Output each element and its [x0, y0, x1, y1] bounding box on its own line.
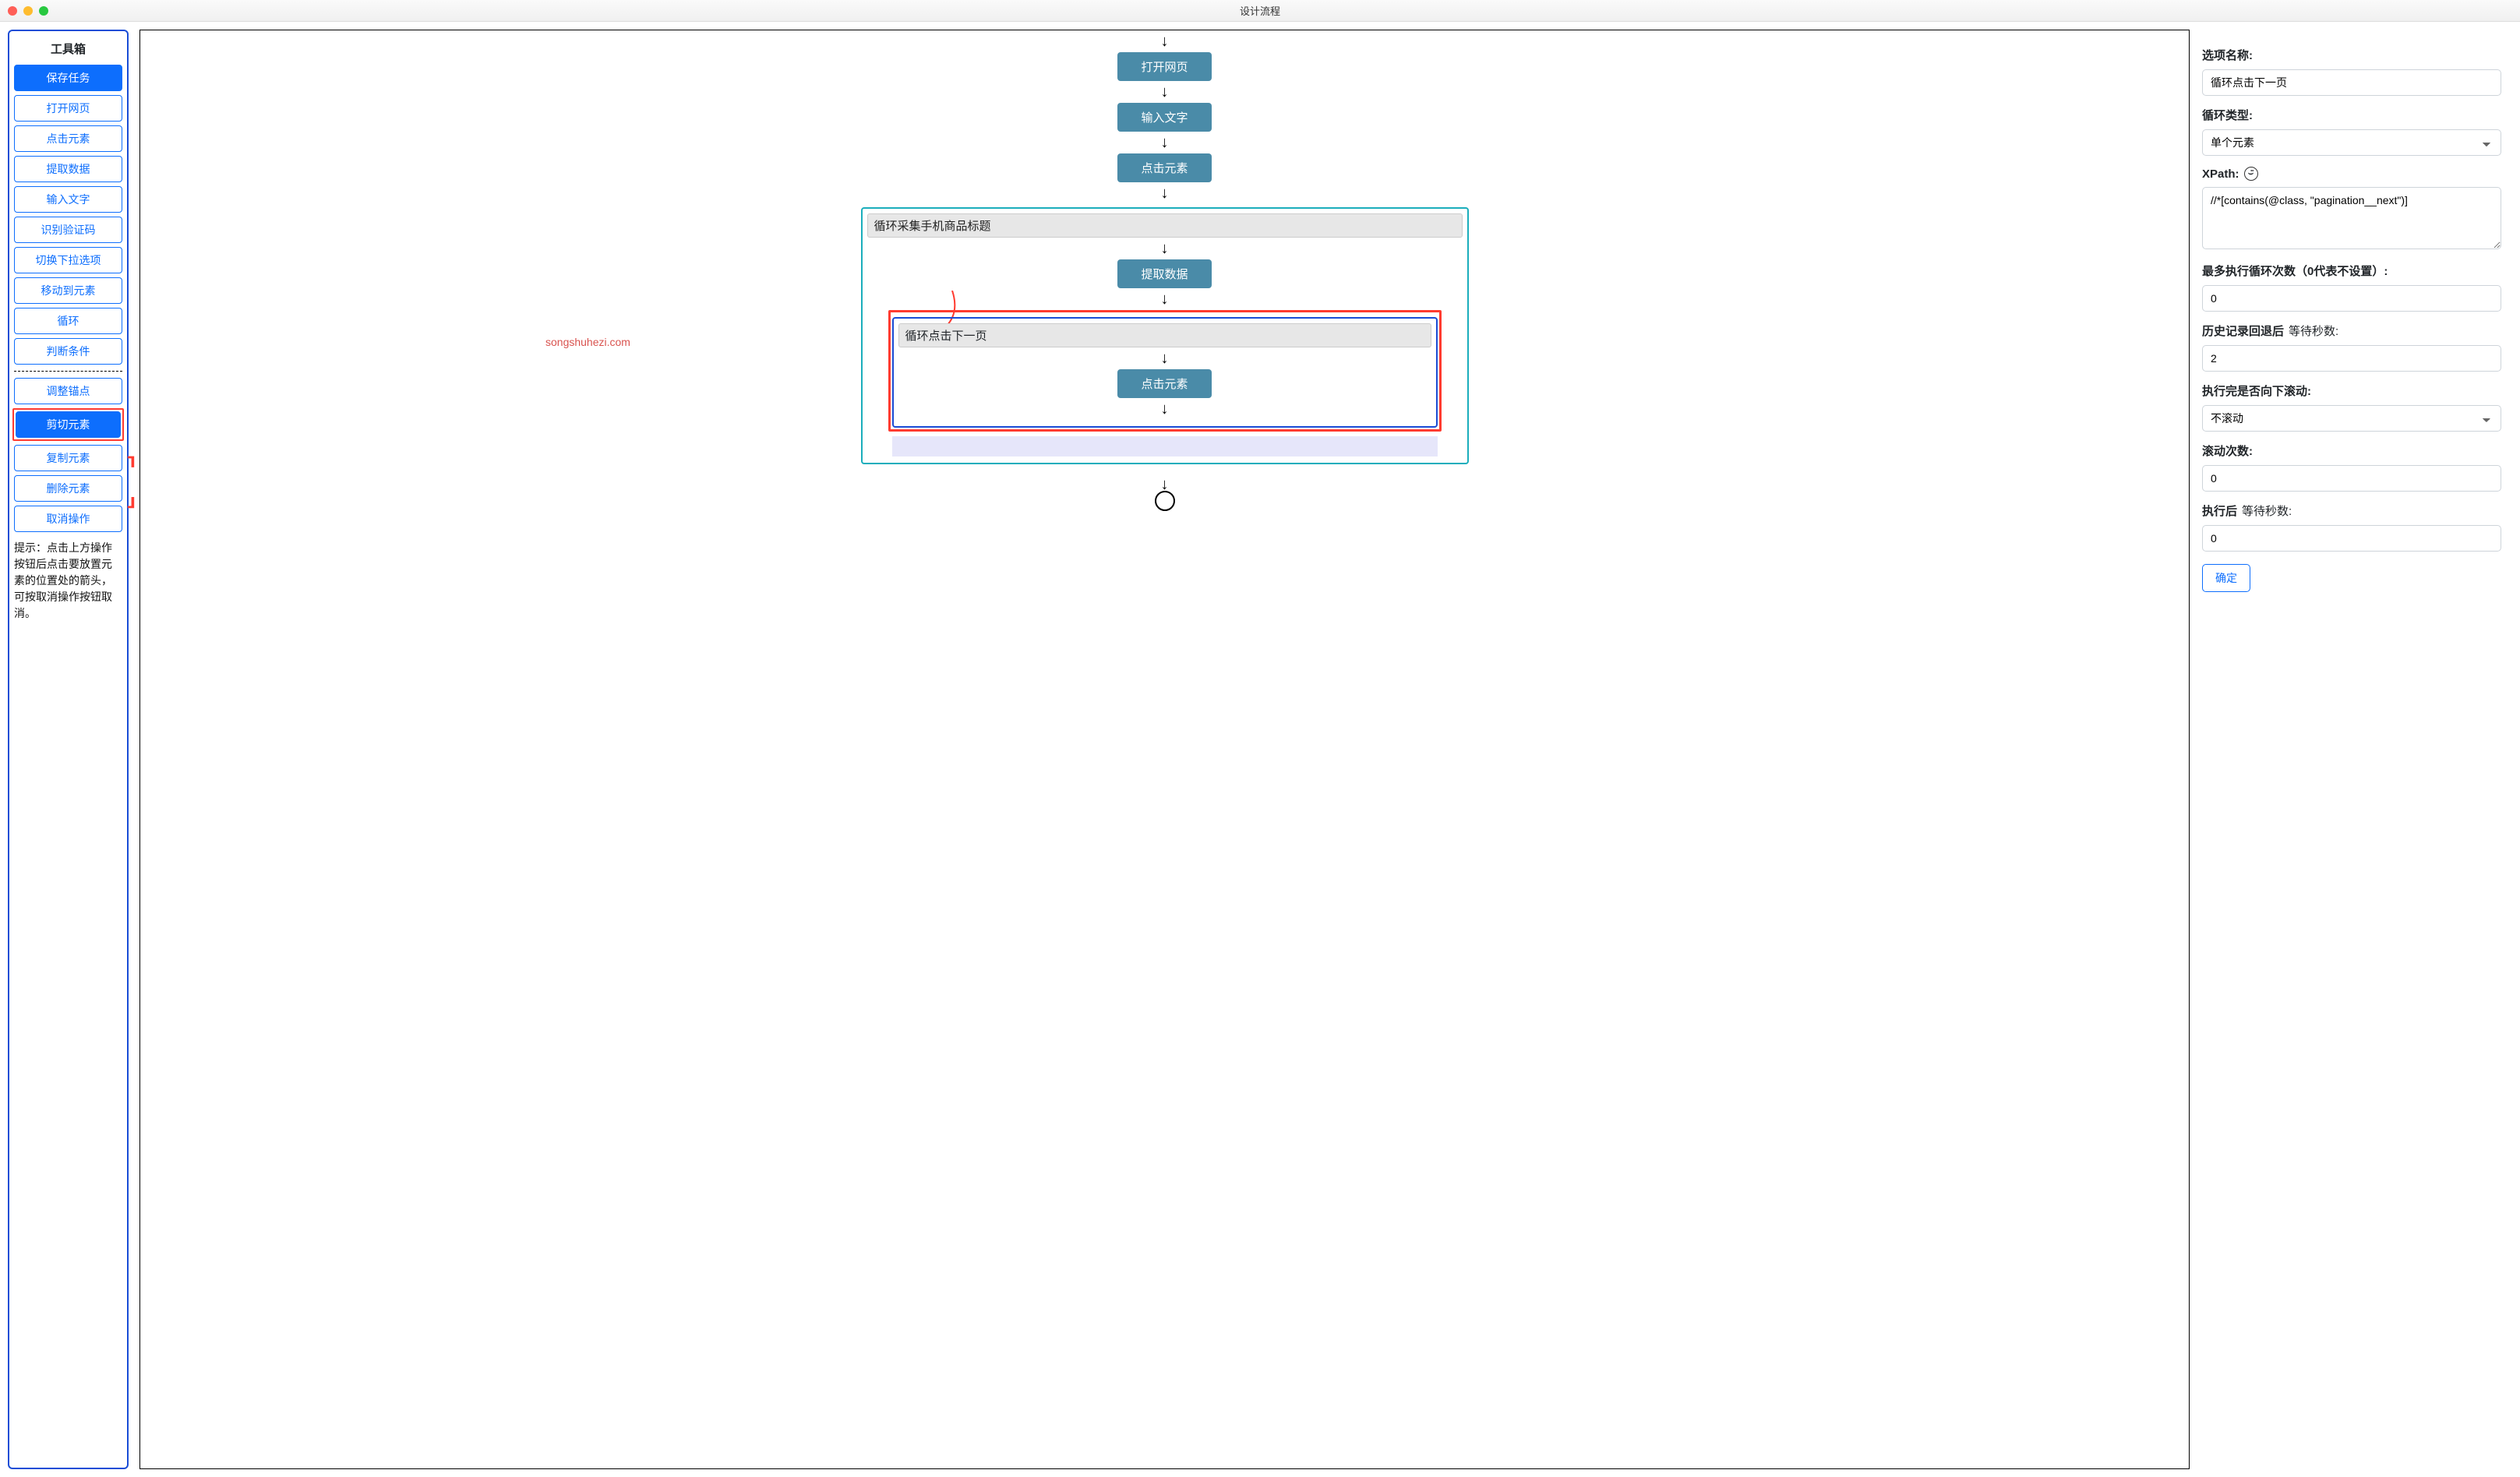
window-titlebar: 设计流程 — [0, 0, 2520, 22]
node-click-next[interactable]: 点击元素 — [1117, 369, 1211, 398]
cut-element-button[interactable]: 剪切元素 — [16, 411, 121, 438]
loop-outer-title[interactable]: 循环采集手机商品标题 — [867, 213, 1463, 238]
arrow-icon[interactable]: ↓ — [1159, 398, 1170, 420]
delete-element-button[interactable]: 删除元素 — [14, 475, 122, 502]
copy-element-button[interactable]: 复制元素 — [14, 445, 122, 471]
toolbox-title: 工具箱 — [14, 41, 122, 57]
flow-canvas[interactable]: songshuhezi.com ↓ 打开网页 ↓ 输入文字 ↓ 点击元素 ↓ 循… — [139, 30, 2190, 1469]
option-name-label: 选项名称: — [2202, 47, 2501, 63]
arrow-icon[interactable]: ↓ — [1159, 81, 1170, 103]
arrow-icon[interactable]: ↓ — [1159, 182, 1170, 204]
scroll-after-select[interactable]: 不滚动 — [2202, 405, 2501, 432]
history-wait-input[interactable] — [2202, 345, 2501, 372]
scroll-after-label: 执行完是否向下滚动: — [2202, 382, 2501, 399]
exec-wait-label: 执行后等待秒数: — [2202, 502, 2501, 519]
arrow-icon[interactable]: ↓ — [1159, 132, 1170, 153]
loop-inner-body: ↓ 点击元素 ↓ — [894, 347, 1436, 426]
loop-box-outer[interactable]: 循环采集手机商品标题 ↓ 提取数据 ↓ 循环点击下一页 ↓ 点击元素 ↓ — [861, 207, 1469, 464]
sidebar-hint: 提示：点击上方操作按钮后点击要放置元素的位置处的箭头，可按取消操作按钮取消。 — [14, 540, 122, 622]
node-input-text[interactable]: 输入文字 — [1117, 103, 1211, 132]
window-title: 设计流程 — [0, 3, 2520, 18]
arrow-icon[interactable]: ↓ — [1159, 238, 1170, 259]
loop-inner-title[interactable]: 循环点击下一页 — [898, 323, 1431, 347]
properties-panel: 选项名称: 循环类型: 单个元素 XPath: ⌣̈ 最多执行循环次数（0代表不… — [2193, 22, 2520, 1477]
extract-data-button[interactable]: 提取数据 — [14, 156, 122, 182]
scroll-count-input[interactable] — [2202, 465, 2501, 492]
close-icon[interactable] — [8, 6, 17, 16]
option-name-input[interactable] — [2202, 69, 2501, 96]
loop-outer-body: ↓ 提取数据 ↓ 循环点击下一页 ↓ 点击元素 ↓ — [863, 238, 1467, 463]
xpath-label: XPath: ⌣̈ — [2202, 167, 2501, 181]
scroll-count-label: 滚动次数: — [2202, 442, 2501, 459]
xpath-textarea[interactable] — [2202, 187, 2501, 249]
arrow-icon[interactable]: ↓ — [1159, 347, 1170, 369]
loop-button[interactable]: 循环 — [14, 308, 122, 334]
click-element-button[interactable]: 点击元素 — [14, 125, 122, 152]
traffic-lights — [0, 6, 48, 16]
flow-column: ↓ 打开网页 ↓ 输入文字 ↓ 点击元素 ↓ 循环采集手机商品标题 ↓ 提取数据… — [140, 30, 2189, 511]
sidebar-divider — [14, 371, 122, 372]
help-icon[interactable]: ⌣̈ — [2244, 167, 2258, 181]
move-to-element-button[interactable]: 移动到元素 — [14, 277, 122, 304]
switch-select-button[interactable]: 切换下拉选项 — [14, 247, 122, 273]
loop-footer-bar[interactable] — [892, 436, 1438, 456]
exec-wait-input[interactable] — [2202, 525, 2501, 552]
max-loop-input[interactable] — [2202, 285, 2501, 312]
cancel-op-button[interactable]: 取消操作 — [14, 506, 122, 532]
watermark-text: songshuhezi.com — [545, 336, 630, 348]
app-root: 工具箱 保存任务 打开网页 点击元素 提取数据 输入文字 识别验证码 切换下拉选… — [0, 22, 2520, 1477]
node-open-page[interactable]: 打开网页 — [1117, 52, 1211, 81]
history-wait-label: 历史记录回退后等待秒数: — [2202, 323, 2501, 339]
max-loop-label: 最多执行循环次数（0代表不设置）: — [2202, 263, 2501, 279]
maximize-icon[interactable] — [39, 6, 48, 16]
arrow-icon[interactable]: ↓ — [1159, 30, 1170, 52]
captcha-button[interactable]: 识别验证码 — [14, 217, 122, 243]
condition-button[interactable]: 判断条件 — [14, 338, 122, 365]
loop-type-label: 循环类型: — [2202, 107, 2501, 123]
node-click-element[interactable]: 点击元素 — [1117, 153, 1211, 182]
confirm-button[interactable]: 确定 — [2202, 564, 2250, 592]
cut-element-highlight: 剪切元素 — [12, 408, 124, 441]
adjust-anchor-button[interactable]: 调整锚点 — [14, 378, 122, 404]
canvas-wrap: songshuhezi.com ↓ 打开网页 ↓ 输入文字 ↓ 点击元素 ↓ 循… — [136, 22, 2193, 1477]
input-text-button[interactable]: 输入文字 — [14, 186, 122, 213]
save-task-button[interactable]: 保存任务 — [14, 65, 122, 91]
toolbox-sidebar: 工具箱 保存任务 打开网页 点击元素 提取数据 输入文字 识别验证码 切换下拉选… — [8, 30, 129, 1469]
arrow-icon[interactable]: ↓ — [1159, 288, 1170, 310]
loop-type-select[interactable]: 单个元素 — [2202, 129, 2501, 156]
node-extract-data[interactable]: 提取数据 — [1117, 259, 1211, 288]
open-page-button[interactable]: 打开网页 — [14, 95, 122, 122]
inner-loop-highlight: 循环点击下一页 ↓ 点击元素 ↓ — [888, 310, 1442, 432]
minimize-icon[interactable] — [23, 6, 33, 16]
end-node[interactable] — [1155, 491, 1175, 511]
loop-box-inner[interactable]: 循环点击下一页 ↓ 点击元素 ↓ — [892, 317, 1438, 428]
